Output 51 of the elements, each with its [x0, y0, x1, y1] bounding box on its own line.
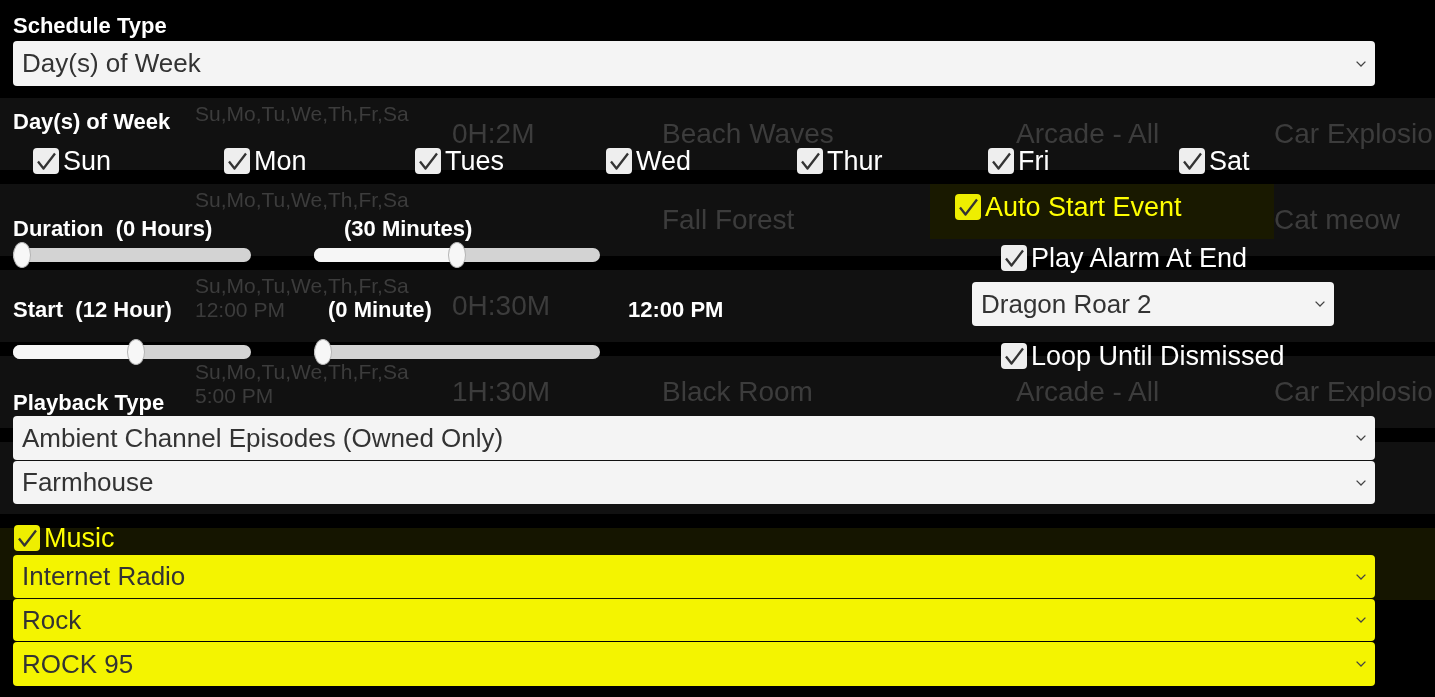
chevron-down-icon	[1356, 479, 1366, 486]
field-label: Day(s) of Week	[13, 108, 171, 136]
dropdown[interactable]: ROCK 95	[13, 642, 1375, 686]
checkbox-label[interactable]: Tues	[445, 147, 505, 175]
checkbox-label[interactable]: Music	[44, 524, 115, 552]
checkbox[interactable]	[14, 525, 40, 551]
slider-track[interactable]	[13, 242, 251, 268]
dropdown[interactable]: Ambient Channel Episodes (Owned Only)	[13, 416, 1375, 460]
checkbox-label[interactable]: Auto Start Event	[985, 193, 1182, 221]
checkbox[interactable]	[955, 194, 981, 220]
dropdown[interactable]: Internet Radio	[13, 555, 1375, 598]
checkbox-label[interactable]: Sat	[1209, 147, 1250, 175]
checkbox-label[interactable]: Thur	[827, 147, 883, 175]
slider-thumb[interactable]	[13, 242, 31, 268]
checkbox[interactable]	[606, 148, 632, 174]
slider-track[interactable]	[314, 242, 600, 268]
dropdown[interactable]: Day(s) of Week	[13, 41, 1375, 86]
checkbox[interactable]	[224, 148, 250, 174]
field-label: Schedule Type	[13, 12, 167, 40]
dropdown[interactable]: Farmhouse	[13, 461, 1375, 504]
checkbox[interactable]	[33, 148, 59, 174]
chevron-down-icon	[1356, 661, 1366, 667]
checkbox[interactable]	[1001, 245, 1027, 271]
checkbox-label[interactable]: Sun	[63, 147, 112, 175]
chevron-down-icon	[1315, 301, 1325, 307]
checkbox-label[interactable]: Play Alarm At End	[1031, 244, 1248, 272]
field-label: Playback Type	[13, 390, 165, 416]
chevron-down-icon	[1356, 60, 1366, 67]
checkbox[interactable]	[988, 148, 1014, 174]
checkbox-label[interactable]: Fri	[1018, 147, 1050, 175]
time-readout: 12:00 PM	[628, 298, 724, 322]
slider-label: Start (12 Hour)	[13, 298, 172, 322]
checkbox-label[interactable]: Wed	[636, 147, 692, 175]
chevron-down-icon	[1356, 573, 1366, 580]
chevron-down-icon	[1356, 435, 1366, 441]
checkbox-label[interactable]: Loop Until Dismissed	[1031, 342, 1285, 370]
checkbox[interactable]	[415, 148, 441, 174]
dropdown[interactable]: Dragon Roar 2	[972, 282, 1334, 326]
list-row-background[interactable]	[0, 98, 1435, 170]
checkbox[interactable]	[1179, 148, 1205, 174]
slider-label: (30 Minutes)	[344, 217, 473, 241]
slider-label: (0 Minute)	[328, 298, 432, 322]
checkbox-label[interactable]: Mon	[254, 147, 307, 175]
slider-track[interactable]	[314, 339, 600, 365]
checkbox[interactable]	[1001, 343, 1027, 369]
slider-label: Duration (0 Hours)	[13, 217, 213, 241]
slider-thumb[interactable]	[448, 242, 466, 268]
checkbox[interactable]	[797, 148, 823, 174]
slider-track[interactable]	[13, 339, 251, 365]
dropdown[interactable]: Rock	[13, 599, 1375, 641]
chevron-down-icon	[1356, 617, 1366, 623]
